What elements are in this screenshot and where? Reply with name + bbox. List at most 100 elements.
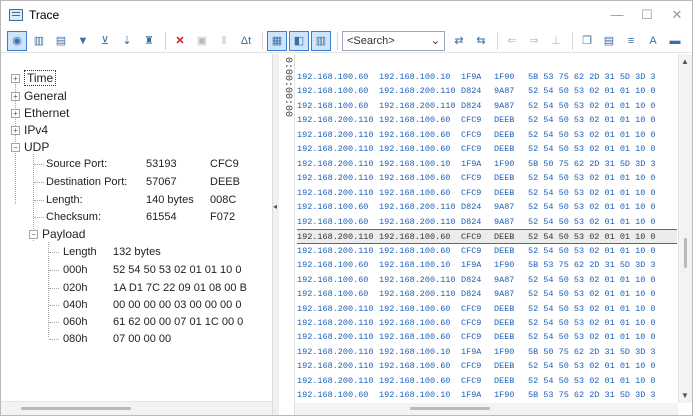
split-view-icon[interactable]: ◧ bbox=[289, 30, 309, 51]
trace-row[interactable]: 192.168.100.60 192.168.200.110 D824 9A87 52 … bbox=[297, 84, 677, 98]
copy-icon[interactable]: ❐ bbox=[577, 31, 597, 51]
title-bar: Trace — ☐ ✕ bbox=[1, 1, 692, 29]
filter-icon[interactable]: ▼ bbox=[73, 31, 93, 51]
expand-icon[interactable]: + bbox=[11, 92, 20, 102]
trace-cell-sp: CFC9 bbox=[461, 332, 482, 343]
close-button[interactable]: ✕ bbox=[662, 1, 692, 29]
trace-row[interactable]: 192.168.200.110 192.168.100.60 CFC9 DEEB 52 … bbox=[297, 330, 677, 344]
trace-cell-src: 192.168.200.110 bbox=[297, 115, 374, 126]
trace-cell-src: 192.168.100.60 bbox=[297, 100, 369, 111]
back-icon[interactable]: ⇐ bbox=[502, 31, 522, 51]
trace-row[interactable]: 192.168.100.60 192.168.100.10 1F9A 1F90 5B 5… bbox=[297, 70, 677, 84]
trace-cell-sp: D824 bbox=[461, 289, 482, 300]
toolbar: ◉ ▥ ▤ ▼ ⊻ ⇣ ♜ ✕ ▣ ‖ Δt ▦ ◧ ▥ <Search> ⌄ … bbox=[1, 29, 692, 53]
trace-row[interactable]: 192.168.200.110 192.168.100.60 CFC9 DEEB 52 … bbox=[297, 186, 677, 200]
delete-selection-icon[interactable]: ▣ bbox=[192, 31, 212, 51]
layout-icon[interactable]: ▬ bbox=[665, 31, 685, 51]
chevron-left-icon[interactable]: ◂ bbox=[273, 202, 277, 211]
trace-row[interactable]: 192.168.200.110 192.168.100.60 CFC9 DEEB 52 … bbox=[297, 316, 677, 330]
tree-node-general[interactable]: + General bbox=[11, 88, 67, 104]
udp-field-value: 140 bytes bbox=[146, 194, 194, 206]
expand-icon[interactable]: + bbox=[11, 126, 20, 136]
detail-view-icon[interactable]: ▦ bbox=[267, 30, 287, 51]
filter-sort-icon[interactable]: ⇣ bbox=[117, 31, 137, 51]
trace-cell-sp: D824 bbox=[461, 202, 482, 213]
trace-cell-src: 192.168.100.60 bbox=[297, 289, 369, 300]
trace-row[interactable]: 192.168.200.110 192.168.100.60 CFC9 DEEB 52 … bbox=[297, 244, 677, 258]
trace-row[interactable]: 192.168.100.60 192.168.200.110 D824 9A87 52 … bbox=[297, 200, 677, 214]
trace-cell-dp: DEEB bbox=[494, 187, 515, 198]
trace-row[interactable]: 192.168.200.110 192.168.100.60 CFC9 DEEB 52 … bbox=[297, 142, 677, 156]
trace-row[interactable]: 192.168.200.110 192.168.100.60 CFC9 DEEB 52 … bbox=[297, 374, 677, 388]
trace-row[interactable]: 192.168.200.110 192.168.100.60 CFC9 DEEB 52 … bbox=[297, 113, 677, 127]
trace-cell-sp: D824 bbox=[461, 86, 482, 97]
trace-row[interactable]: 192.168.100.60 192.168.200.110 D824 9A87 52 … bbox=[297, 99, 677, 113]
udp-field-hex: CFC9 bbox=[210, 158, 239, 170]
font-icon[interactable]: A bbox=[643, 31, 663, 51]
pause-icon[interactable]: ‖ bbox=[214, 31, 234, 51]
minimize-button[interactable]: — bbox=[602, 1, 632, 29]
trace-cell-sp: CFC9 bbox=[461, 361, 482, 372]
toolbar-divider bbox=[497, 31, 498, 50]
chevron-down-icon[interactable]: ⌄ bbox=[431, 34, 440, 47]
search-input[interactable]: <Search> ⌄ bbox=[342, 30, 445, 51]
collapse-icon[interactable]: − bbox=[11, 143, 20, 153]
delta-time-icon[interactable]: Δt bbox=[236, 31, 256, 51]
forward-icon[interactable]: ⇒ bbox=[524, 31, 544, 51]
trace-cell-sp: 1F9A bbox=[461, 390, 482, 401]
trace-cell-data: 5B 53 75 62 2D 31 5D 3D 3 bbox=[528, 260, 656, 271]
expand-icon[interactable]: + bbox=[11, 74, 20, 84]
trace-row[interactable]: 192.168.200.110 192.168.100.60 CFC9 DEEB 52 … bbox=[297, 128, 677, 142]
vertical-scrollbar[interactable]: ▲ ▼ bbox=[678, 54, 692, 403]
column-view-icon[interactable]: ▥ bbox=[311, 30, 331, 51]
scroll-up-icon[interactable]: ▲ bbox=[681, 57, 689, 66]
trace-row[interactable]: 192.168.100.60 192.168.200.110 D824 9A87 52 … bbox=[297, 287, 677, 301]
bookmark-icon[interactable]: ⊥ bbox=[546, 31, 566, 51]
trace-row[interactable]: 192.168.100.60 192.168.100.10 1F9A 1F90 5B 5… bbox=[297, 388, 677, 402]
horizontal-scrollbar[interactable] bbox=[1, 401, 272, 415]
search-previous-icon[interactable]: ⇄ bbox=[449, 31, 469, 51]
filter-remove-icon[interactable]: ⊻ bbox=[95, 31, 115, 51]
horizontal-scrollbar[interactable] bbox=[295, 403, 678, 415]
trace-row[interactable]: 192.168.200.110 192.168.100.60 CFC9 DEEB 52 … bbox=[297, 359, 677, 373]
search-next-icon[interactable]: ⇆ bbox=[471, 31, 491, 51]
tree-node-time[interactable]: + Time bbox=[11, 70, 57, 86]
trace-row[interactable]: 192.168.100.60 192.168.100.10 1F9A 1F90 5B 5… bbox=[297, 258, 677, 272]
clear-icon[interactable]: ✕ bbox=[170, 31, 190, 51]
trace-cell-data: 52 54 50 53 02 01 01 10 0 bbox=[528, 361, 656, 372]
payload-length-label: Length bbox=[63, 246, 97, 258]
tree-node-ipv4[interactable]: + IPv4 bbox=[11, 122, 48, 138]
export-icon[interactable]: ▤ bbox=[51, 31, 71, 51]
trace-cell-src: 192.168.200.110 bbox=[297, 332, 374, 343]
scrollbar-thumb[interactable] bbox=[21, 407, 131, 410]
tree-branch bbox=[34, 164, 44, 165]
trace-row[interactable]: 192.168.100.60 192.168.200.110 D824 9A87 52 … bbox=[297, 273, 677, 287]
tree-node-label: Payload bbox=[42, 227, 86, 241]
trace-cell-src: 192.168.100.60 bbox=[297, 216, 369, 227]
expand-icon[interactable]: + bbox=[11, 109, 20, 119]
tree-node-udp[interactable]: − UDP bbox=[11, 139, 49, 155]
find-icon[interactable]: ♜ bbox=[139, 31, 159, 51]
view-toggle-icon[interactable]: ◉ bbox=[7, 30, 27, 51]
maximize-button[interactable]: ☐ bbox=[632, 1, 662, 29]
tree-branch bbox=[34, 200, 44, 201]
scrollbar-thumb[interactable] bbox=[684, 238, 687, 268]
tree-node-payload[interactable]: − Payload bbox=[29, 226, 85, 242]
trace-row[interactable]: 192.168.100.60 192.168.200.110 D824 9A87 52 … bbox=[297, 215, 677, 229]
trace-row[interactable]: 192.168.200.110 192.168.100.60 CFC9 DEEB 52 … bbox=[297, 302, 677, 316]
window-controls: — ☐ ✕ bbox=[602, 1, 692, 29]
statistics-icon[interactable]: ▥ bbox=[29, 31, 49, 51]
columns-icon[interactable]: ▤ bbox=[599, 31, 619, 51]
line-style-icon[interactable]: ≡ bbox=[621, 31, 641, 51]
tree-node-ethernet[interactable]: + Ethernet bbox=[11, 105, 69, 121]
scrollbar-thumb[interactable] bbox=[410, 407, 490, 410]
udp-field-value: 57067 bbox=[146, 176, 177, 188]
trace-cell-data: 5B 53 75 62 2D 31 5D 3D 3 bbox=[528, 72, 656, 82]
trace-row[interactable]: 192.168.200.110 192.168.100.60 CFC9 DEEB 52 … bbox=[297, 229, 677, 244]
trace-cell-dst: 192.168.200.110 bbox=[379, 289, 456, 300]
collapse-icon[interactable]: − bbox=[29, 230, 38, 240]
scroll-down-icon[interactable]: ▼ bbox=[681, 391, 689, 400]
trace-row[interactable]: 192.168.200.110 192.168.100.10 1F9A 1F90 5B … bbox=[297, 157, 677, 171]
trace-row[interactable]: 192.168.200.110 192.168.100.10 1F9A 1F90 5B … bbox=[297, 345, 677, 359]
trace-row[interactable]: 192.168.200.110 192.168.100.60 CFC9 DEEB 52 … bbox=[297, 171, 677, 185]
